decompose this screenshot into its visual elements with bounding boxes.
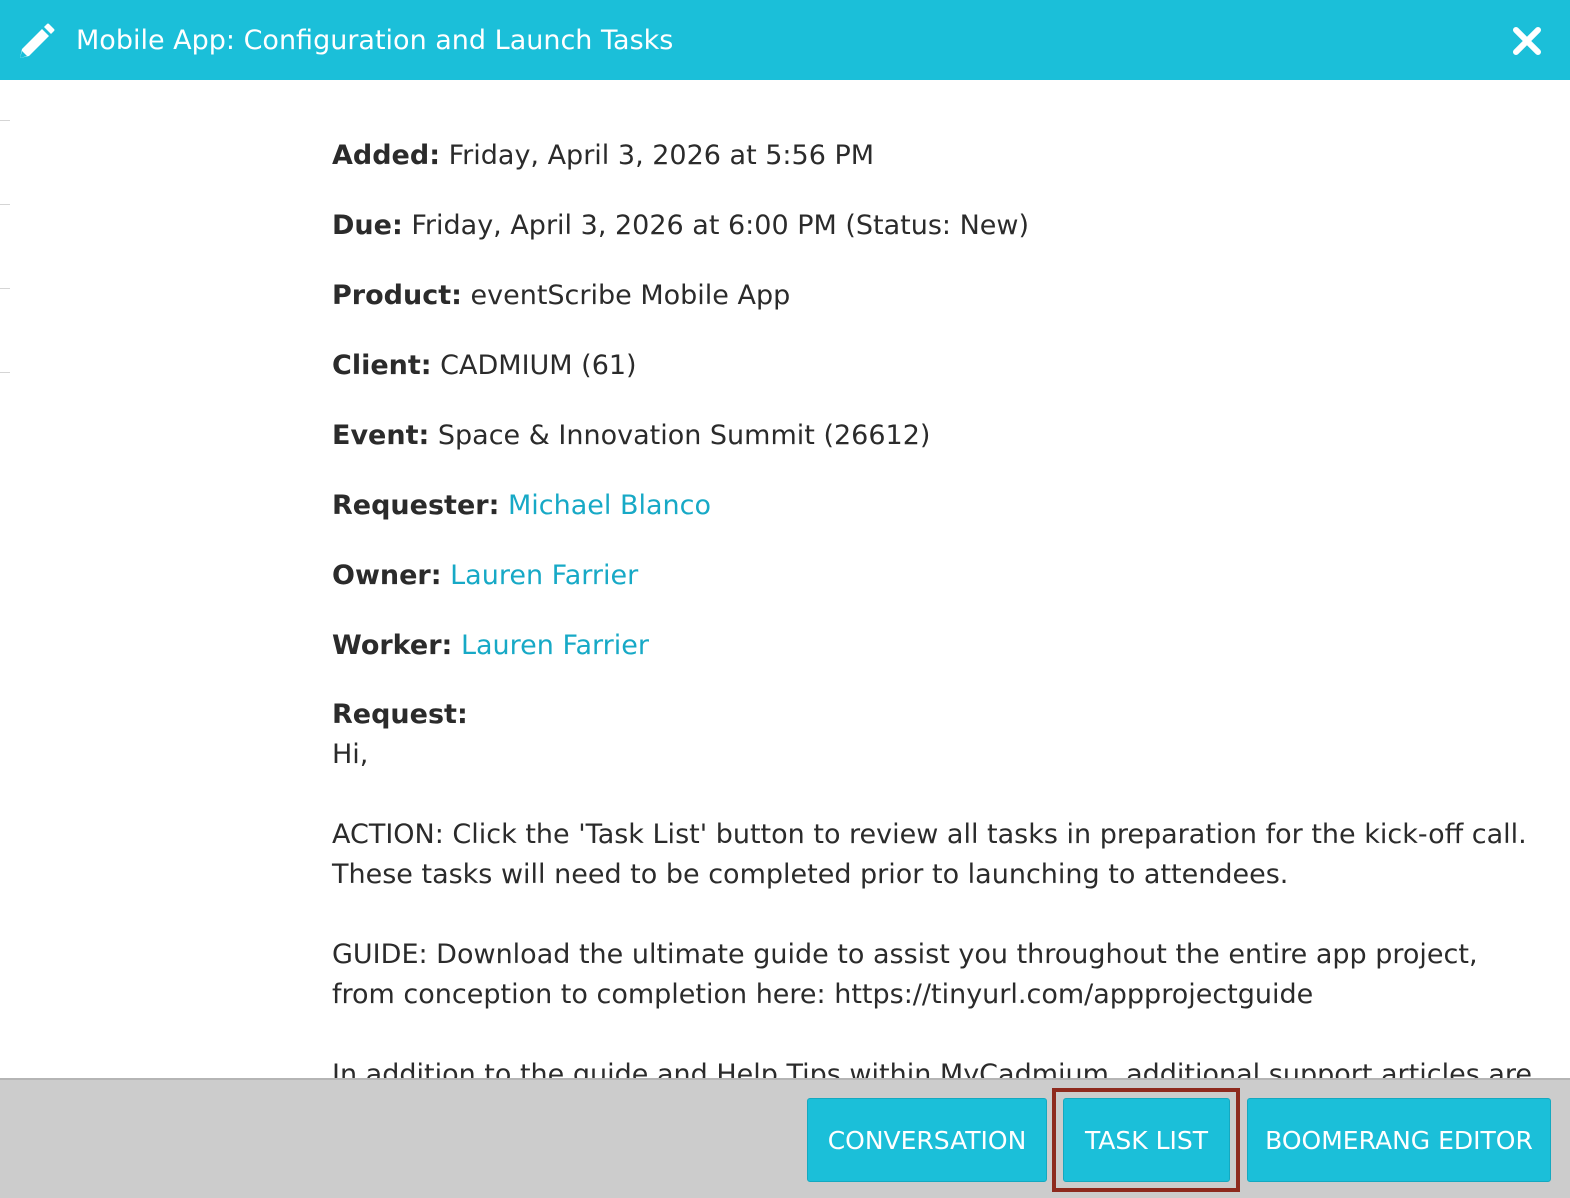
event-field: Event: Space & Innovation Summit (26612) bbox=[332, 416, 930, 456]
owner-label: Owner: bbox=[332, 560, 442, 591]
modal-title: Mobile App: Configuration and Launch Tas… bbox=[76, 25, 674, 56]
request-label: Request: bbox=[332, 699, 468, 730]
requester-field: Requester: Michael Blanco bbox=[332, 486, 711, 526]
due-label: Due: bbox=[332, 210, 403, 241]
requester-link[interactable]: Michael Blanco bbox=[508, 490, 711, 521]
client-value: CADMIUM (61) bbox=[440, 350, 637, 381]
close-icon[interactable] bbox=[1508, 22, 1546, 60]
worker-link[interactable]: Lauren Farrier bbox=[461, 630, 649, 661]
request-greeting: Hi, bbox=[332, 739, 369, 770]
worker-label: Worker: bbox=[332, 630, 453, 661]
client-label: Client: bbox=[332, 350, 432, 381]
added-field: Added: Friday, April 3, 2026 at 5:56 PM bbox=[332, 136, 874, 176]
added-label: Added: bbox=[332, 140, 440, 171]
task-list-button[interactable]: TASK LIST bbox=[1063, 1098, 1230, 1182]
client-field: Client: CADMIUM (61) bbox=[332, 346, 637, 386]
requester-label: Requester: bbox=[332, 490, 500, 521]
task-modal: Mobile App: Configuration and Launch Tas… bbox=[0, 0, 1570, 1198]
owner-field: Owner: Lauren Farrier bbox=[332, 556, 638, 596]
request-additional-text: In addition to the guide and Help Tips w… bbox=[332, 1059, 1533, 1078]
request-guide-text: GUIDE: Download the ultimate guide to as… bbox=[332, 939, 1478, 1010]
event-value: Space & Innovation Summit (26612) bbox=[437, 420, 931, 451]
modal-footer: CONVERSATION TASK LIST BOOMERANG EDITOR bbox=[0, 1078, 1570, 1198]
added-value: Friday, April 3, 2026 at 5:56 PM bbox=[448, 140, 875, 171]
due-field: Due: Friday, April 3, 2026 at 6:00 PM (S… bbox=[332, 206, 1029, 246]
conversation-button[interactable]: CONVERSATION bbox=[807, 1098, 1047, 1182]
product-label: Product: bbox=[332, 280, 462, 311]
event-label: Event: bbox=[332, 420, 430, 451]
modal-header: Mobile App: Configuration and Launch Tas… bbox=[0, 0, 1570, 80]
worker-field: Worker: Lauren Farrier bbox=[332, 626, 649, 666]
boomerang-editor-button[interactable]: BOOMERANG EDITOR bbox=[1247, 1098, 1551, 1182]
owner-link[interactable]: Lauren Farrier bbox=[450, 560, 638, 591]
product-field: Product: eventScribe Mobile App bbox=[332, 276, 790, 316]
due-value: Friday, April 3, 2026 at 6:00 PM (Status… bbox=[411, 210, 1030, 241]
product-value: eventScribe Mobile App bbox=[470, 280, 791, 311]
modal-content[interactable]: Added: Friday, April 3, 2026 at 5:56 PM … bbox=[0, 80, 1570, 1078]
pencil-icon bbox=[20, 23, 55, 58]
request-body: Hi, ACTION: Click the 'Task List' button… bbox=[332, 735, 1532, 1078]
request-action-text: ACTION: Click the 'Task List' button to … bbox=[332, 819, 1527, 890]
